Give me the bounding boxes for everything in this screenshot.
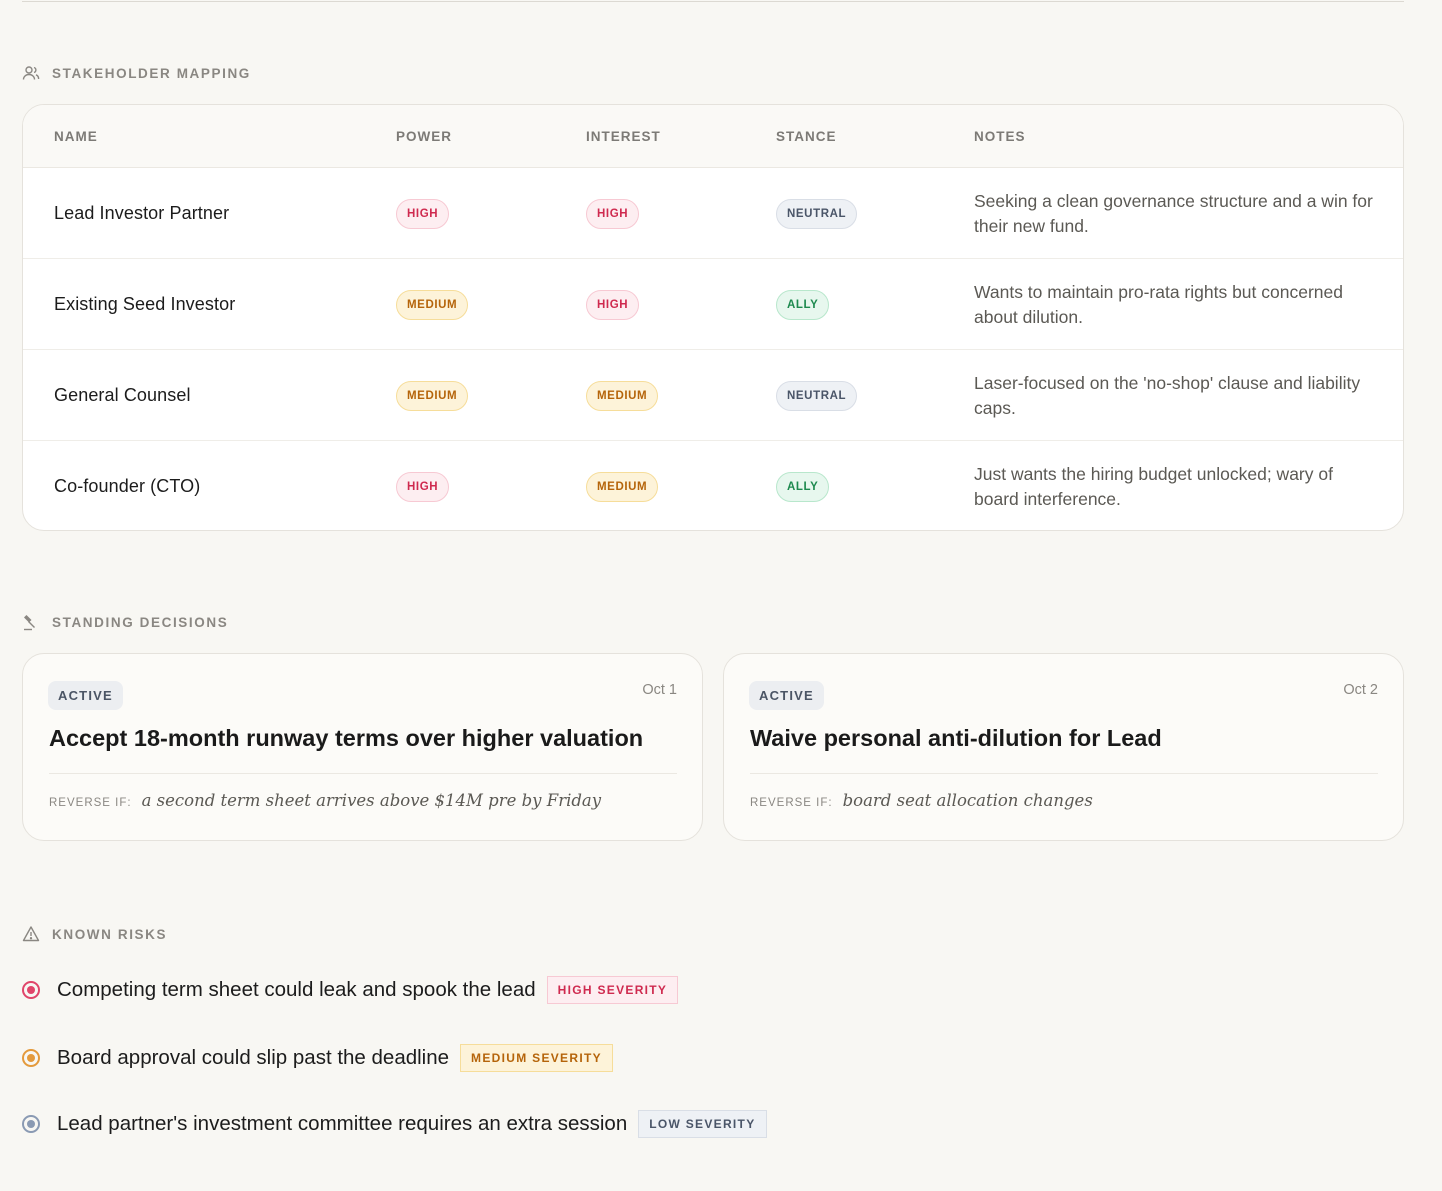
table-header: NAME POWER INTEREST STANCE NOTES	[23, 105, 1403, 168]
table-row[interactable]: Co-founder (CTO) HIGH MEDIUM ALLY Just w…	[23, 441, 1403, 530]
status-badge: ACTIVE	[48, 681, 123, 710]
decision-title: Waive personal anti-dilution for Lead	[750, 725, 1162, 751]
power-badge: MEDIUM	[396, 380, 469, 411]
stakeholder-section-label: STAKEHOLDER MAPPING	[22, 64, 251, 82]
decision-card[interactable]: ACTIVE Oct 2 Waive personal anti-dilutio…	[723, 653, 1404, 841]
users-icon	[22, 66, 40, 80]
decision-date: Oct 2	[1343, 682, 1378, 698]
section-title: STAKEHOLDER MAPPING	[52, 65, 251, 81]
risk-text: Lead partner's investment committee requ…	[57, 1112, 628, 1135]
risk-text: Competing term sheet could leak and spoo…	[57, 978, 536, 1001]
severity-dot-icon	[22, 1049, 40, 1067]
reverse-condition: REVERSE IF: a second term sheet arrives …	[49, 791, 601, 810]
severity-badge: HIGH SEVERITY	[546, 976, 679, 1004]
column-header-notes: NOTES	[974, 129, 1026, 144]
gavel-icon	[24, 615, 35, 631]
reverse-text: board seat allocation changes	[842, 791, 1093, 810]
stakeholder-notes: Laser-focused on the 'no-shop' clause an…	[974, 373, 1361, 418]
stakeholder-notes: Seeking a clean governance structure and…	[974, 191, 1373, 236]
decision-card[interactable]: ACTIVE Oct 1 Accept 18-month runway term…	[22, 653, 703, 841]
section-title: KNOWN RISKS	[52, 926, 168, 942]
stakeholder-name: General Counsel	[54, 385, 191, 405]
risk-text: Board approval could slip past the deadl…	[57, 1046, 450, 1069]
severity-badge: MEDIUM SEVERITY	[460, 1044, 613, 1072]
top-divider	[22, 0, 1404, 2]
stance-badge: NEUTRAL	[776, 198, 858, 229]
power-badge: HIGH	[396, 471, 450, 502]
risk-item: Lead partner's investment committee requ…	[22, 1110, 767, 1138]
risk-item: Competing term sheet could leak and spoo…	[22, 976, 679, 1004]
column-header-name: NAME	[54, 129, 98, 144]
decision-title: Accept 18-month runway terms over higher…	[49, 725, 644, 751]
stance-badge: ALLY	[776, 471, 830, 502]
table-row[interactable]: General Counsel MEDIUM MEDIUM NEUTRAL La…	[23, 350, 1403, 441]
decision-date: Oct 1	[642, 682, 677, 698]
stakeholder-notes: Wants to maintain pro-rata rights but co…	[974, 282, 1343, 327]
warning-icon	[22, 926, 40, 942]
card-divider	[750, 773, 1378, 774]
interest-badge: HIGH	[586, 198, 640, 229]
table-row[interactable]: Lead Investor Partner HIGH HIGH NEUTRAL …	[23, 168, 1403, 259]
power-badge: MEDIUM	[396, 289, 469, 320]
risk-item: Board approval could slip past the deadl…	[22, 1044, 613, 1072]
reverse-label: REVERSE IF:	[750, 797, 833, 809]
stance-badge: ALLY	[776, 289, 830, 320]
severity-dot-icon	[22, 981, 40, 999]
card-divider	[49, 773, 677, 774]
interest-badge: HIGH	[586, 289, 640, 320]
interest-badge: MEDIUM	[586, 380, 659, 411]
severity-dot-icon	[22, 1115, 40, 1133]
stakeholder-name: Co-founder (CTO)	[54, 476, 201, 496]
stakeholder-notes: Just wants the hiring budget unlocked; w…	[974, 464, 1333, 509]
stance-badge: NEUTRAL	[776, 380, 858, 411]
table-row[interactable]: Existing Seed Investor MEDIUM HIGH ALLY …	[23, 259, 1403, 350]
power-badge: HIGH	[396, 198, 450, 229]
reverse-label: REVERSE IF:	[49, 797, 132, 809]
stakeholder-name: Existing Seed Investor	[54, 294, 236, 314]
reverse-text: a second term sheet arrives above $14M p…	[141, 791, 602, 810]
decisions-section-label: STANDING DECISIONS	[22, 613, 228, 631]
risks-section-label: KNOWN RISKS	[22, 925, 167, 943]
column-header-interest: INTEREST	[586, 129, 661, 144]
reverse-condition: REVERSE IF: board seat allocation change…	[750, 791, 1093, 810]
status-badge: ACTIVE	[749, 681, 824, 710]
column-header-power: POWER	[396, 129, 453, 144]
stakeholder-table: NAME POWER INTEREST STANCE NOTES Lead In…	[22, 104, 1404, 531]
column-header-stance: STANCE	[776, 129, 837, 144]
severity-badge: LOW SEVERITY	[638, 1110, 767, 1138]
section-title: STANDING DECISIONS	[52, 614, 229, 630]
stakeholder-name: Lead Investor Partner	[54, 203, 230, 223]
interest-badge: MEDIUM	[586, 471, 659, 502]
